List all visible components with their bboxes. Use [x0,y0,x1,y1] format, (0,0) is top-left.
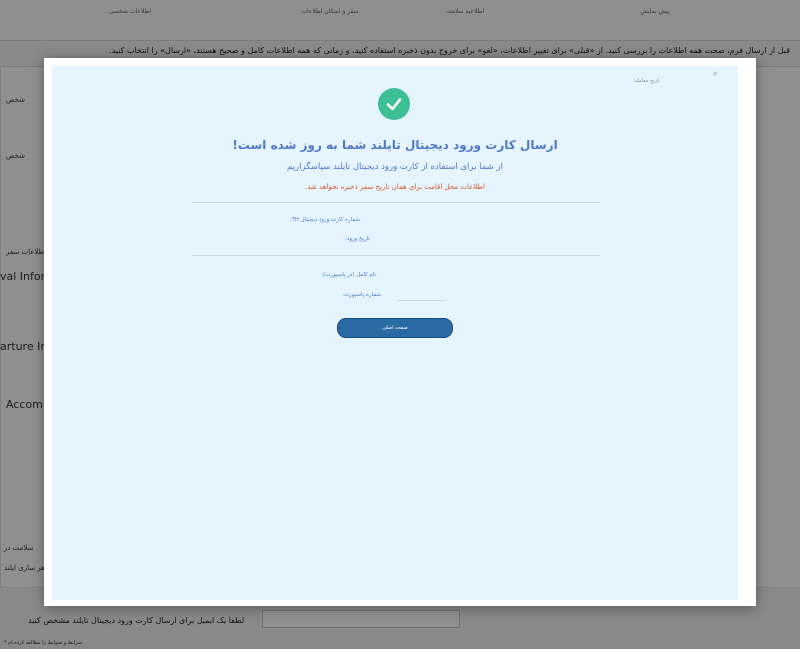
step-travel: سفر و اسکان اطلاعات [301,8,359,15]
full-name-label: نام کامل (در پاسپورت): [321,272,376,278]
passport-number-label: شماره پاسپورت: [342,292,381,298]
email-input[interactable] [262,610,460,628]
step-personal: اطلاعات شخصی [108,8,152,15]
success-modal: × تاریخ معامله: ارسال کارت ورود دیجیتال … [44,58,756,606]
progress-steps: پیش نمایش اطلاعیه سلامت سفر و اسکان اطلا… [0,0,800,41]
step-preview: پیش نمایش [640,8,670,15]
passport-value-line [398,300,446,301]
success-title: ارسال کارت ورود دیجیتال تایلند شما به رو… [232,138,558,152]
check-circle-icon [378,88,410,120]
person-label-2: شخص [6,152,25,160]
success-subtitle: از شما برای استفاده از کارت ورود دیجیتال… [287,162,503,172]
email-prompt: لطفا یک ایمیل برای ارسال کارت ورود دیجیت… [28,616,245,625]
divider [192,202,600,203]
accommodation-warning: اطلاعات محل اقامت برای همان تاریخ سفر ذخ… [305,183,485,191]
card-number-label: شماره کارت ورود دیجیتال TH: [289,217,360,223]
person-label: شخص [6,96,25,104]
divider [192,255,600,256]
arrival-date-label: تاریخ ورود: [345,236,370,242]
step-health: اطلاعیه سلامت [445,8,485,15]
modal-panel: × تاریخ معامله: ارسال کارت ورود دیجیتال … [52,66,738,600]
travel-info-label: اطلاعات سفر [6,248,47,256]
review-notice: قبل از ارسال فرم، صحت همه اطلاعات را برر… [109,46,790,55]
home-button[interactable]: صفحه اصلی [337,318,453,338]
transaction-date-label: تاریخ معامله: [633,78,660,84]
health-label: سلامت در [4,544,34,552]
footer-note: * شرایط و ضوابط را مطالعه کرده ام [4,640,83,646]
close-icon[interactable]: × [712,70,718,78]
